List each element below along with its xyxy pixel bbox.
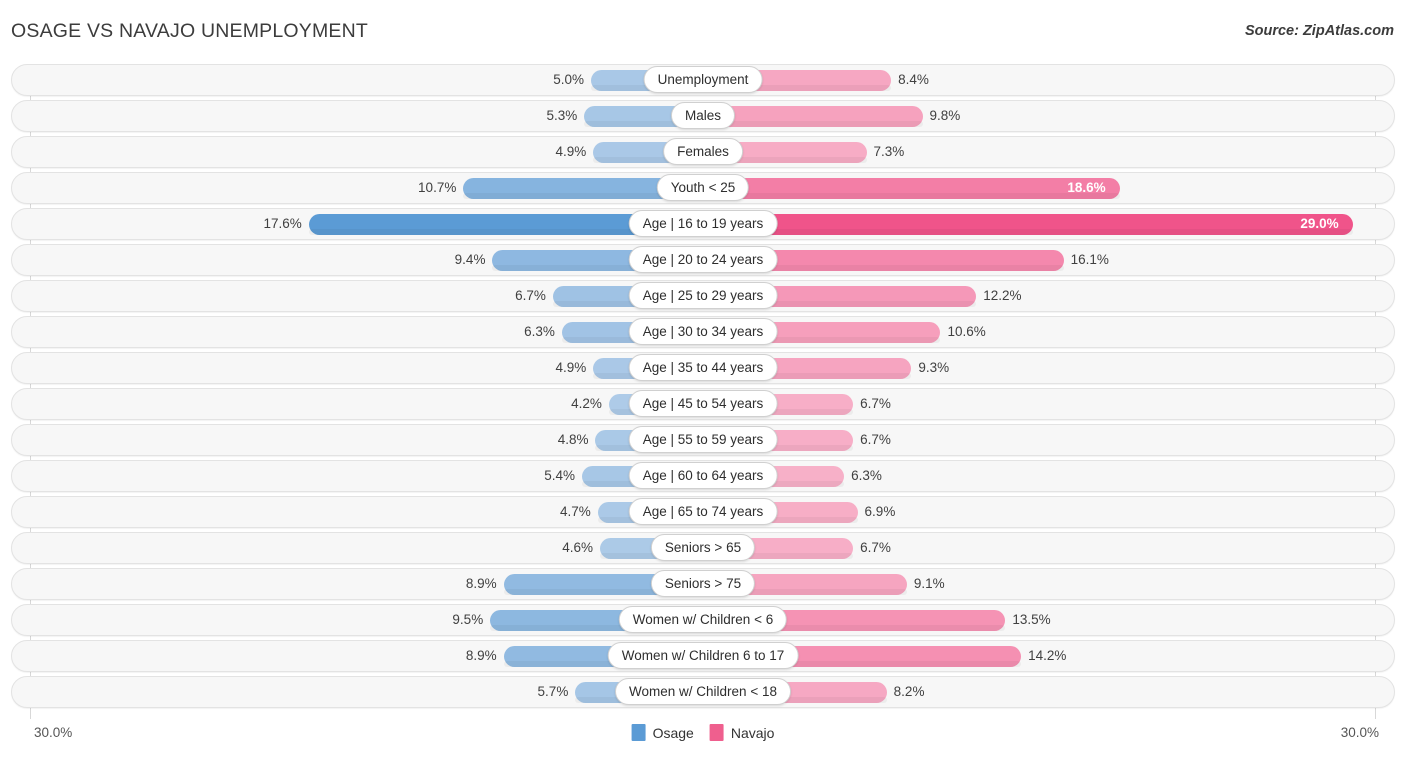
category-label-pill[interactable]: Males [670, 102, 736, 129]
bar-row: 8.9% 14.2% Women w/ Children 6 to 17 [0, 640, 1406, 672]
value-label-osage: 5.0% [553, 72, 584, 87]
value-label-navajo: 7.3% [873, 144, 905, 159]
value-label-navajo: 6.7% [860, 540, 891, 555]
value-label-osage: 10.7% [418, 180, 457, 195]
value-label-osage: 9.4% [454, 252, 486, 267]
bar-row: 4.7% 6.9% Age | 65 to 74 years [0, 496, 1406, 528]
chart-header: OSAGE VS NAVAJO UNEMPLOYMENT Source: Zip… [0, 0, 1406, 62]
value-label-osage: 6.7% [515, 288, 546, 303]
category-label-pill[interactable]: Age | 35 to 44 years [628, 354, 778, 381]
category-label-pill[interactable]: Age | 60 to 64 years [628, 462, 778, 489]
category-label-pill[interactable]: Women w/ Children 6 to 17 [607, 642, 799, 669]
value-label-navajo: 6.9% [864, 504, 896, 519]
value-label-navajo: 6.3% [851, 468, 882, 483]
bar-row: 6.7% 12.2% Age | 25 to 29 years [0, 280, 1406, 312]
value-label-navajo: 12.2% [983, 288, 1022, 303]
category-label-pill[interactable]: Seniors > 65 [650, 534, 756, 561]
bar-row: 4.6% 6.7% Seniors > 65 [0, 532, 1406, 564]
bar-row: 17.6% 29.0% Age | 16 to 19 years [0, 208, 1406, 240]
value-label-navajo: 6.7% [860, 396, 891, 411]
bar-row: 5.4% 6.3% Age | 60 to 64 years [0, 460, 1406, 492]
value-label-osage: 5.3% [546, 108, 578, 123]
legend-item[interactable]: Osage [631, 724, 694, 741]
category-label-pill[interactable]: Age | 25 to 29 years [628, 282, 778, 309]
legend-swatch-icon [631, 724, 646, 741]
value-label-navajo: 29.0% [1300, 216, 1339, 231]
value-label-osage: 4.8% [557, 432, 589, 447]
bar-row: 4.2% 6.7% Age | 45 to 54 years [0, 388, 1406, 420]
value-label-osage: 5.7% [537, 684, 569, 699]
axis-label-left: 30.0% [34, 725, 73, 740]
chart-plot-area: 5.0% 8.4% Unemployment 5.3% 9.8% Males 4.9% 7.3… [0, 64, 1406, 719]
bar-row: 10.7% 18.6% Youth < 25 [0, 172, 1406, 204]
value-label-navajo: 9.3% [918, 360, 950, 375]
value-label-navajo: 10.6% [947, 324, 986, 339]
value-label-osage: 4.7% [559, 504, 591, 519]
legend-label: Osage [652, 724, 694, 741]
category-label-pill[interactable]: Seniors > 75 [650, 570, 756, 597]
bar-row: 5.0% 8.4% Unemployment [0, 64, 1406, 96]
bar-row: 9.5% 13.5% Women w/ Children < 6 [0, 604, 1406, 636]
value-label-osage: 9.5% [452, 612, 484, 627]
category-label-pill[interactable]: Women w/ Children < 6 [618, 606, 788, 633]
legend-item[interactable]: Navajo [709, 724, 775, 741]
page-title: OSAGE VS NAVAJO UNEMPLOYMENT [11, 20, 369, 42]
bar-row: 4.9% 7.3% Females [0, 136, 1406, 168]
bar-navajo [703, 106, 923, 127]
category-label-pill[interactable]: Age | 55 to 59 years [628, 426, 778, 453]
chart-footer: 30.0% Osage Navajo 30.0% [0, 719, 1406, 757]
category-label-pill[interactable]: Females [663, 138, 743, 165]
category-label-pill[interactable]: Age | 20 to 24 years [628, 246, 778, 273]
category-label-pill[interactable]: Age | 16 to 19 years [628, 210, 778, 237]
bar-rows-container: 5.0% 8.4% Unemployment 5.3% 9.8% Males 4.9% 7.3… [0, 64, 1406, 712]
bar-row: 5.3% 9.8% Males [0, 100, 1406, 132]
value-label-navajo: 9.1% [913, 576, 945, 591]
bar-row: 8.9% 9.1% Seniors > 75 [0, 568, 1406, 600]
value-label-osage: 4.2% [571, 396, 602, 411]
value-label-osage: 5.4% [544, 468, 576, 483]
value-label-navajo: 9.8% [929, 108, 961, 123]
bar-row: 4.9% 9.3% Age | 35 to 44 years [0, 352, 1406, 384]
category-label-pill[interactable]: Youth < 25 [656, 174, 750, 201]
category-label-pill[interactable]: Age | 30 to 34 years [628, 318, 778, 345]
bar-row: 4.8% 6.7% Age | 55 to 59 years [0, 424, 1406, 456]
category-label-pill[interactable]: Women w/ Children < 18 [615, 678, 791, 705]
category-label-pill[interactable]: Unemployment [643, 66, 763, 93]
value-label-navajo: 8.4% [898, 72, 929, 87]
axis-label-right: 30.0% [1340, 725, 1379, 740]
value-label-osage: 8.9% [465, 576, 497, 591]
chart-legend: Osage Navajo [631, 724, 775, 741]
legend-swatch-icon [709, 724, 724, 741]
bar-row: 9.4% 16.1% Age | 20 to 24 years [0, 244, 1406, 276]
value-label-osage: 17.6% [263, 216, 302, 231]
value-label-navajo: 16.1% [1070, 252, 1109, 267]
value-label-navajo: 18.6% [1067, 180, 1106, 195]
value-label-osage: 4.9% [555, 360, 587, 375]
value-label-navajo: 14.2% [1028, 648, 1067, 663]
value-label-navajo: 13.5% [1012, 612, 1051, 627]
bar-row: 6.3% 10.6% Age | 30 to 34 years [0, 316, 1406, 348]
value-label-osage: 8.9% [465, 648, 497, 663]
chart-page: OSAGE VS NAVAJO UNEMPLOYMENT Source: Zip… [0, 0, 1406, 757]
value-label-osage: 4.9% [555, 144, 587, 159]
category-label-pill[interactable]: Age | 45 to 54 years [628, 390, 778, 417]
bar-row: 5.7% 8.2% Women w/ Children < 18 [0, 676, 1406, 708]
value-label-osage: 4.6% [562, 540, 593, 555]
value-label-navajo: 8.2% [893, 684, 925, 699]
source-attribution: Source: ZipAtlas.com [1244, 23, 1394, 39]
value-label-navajo: 6.7% [860, 432, 891, 447]
category-label-pill[interactable]: Age | 65 to 74 years [628, 498, 778, 525]
legend-label: Navajo [730, 724, 775, 741]
value-label-osage: 6.3% [524, 324, 555, 339]
